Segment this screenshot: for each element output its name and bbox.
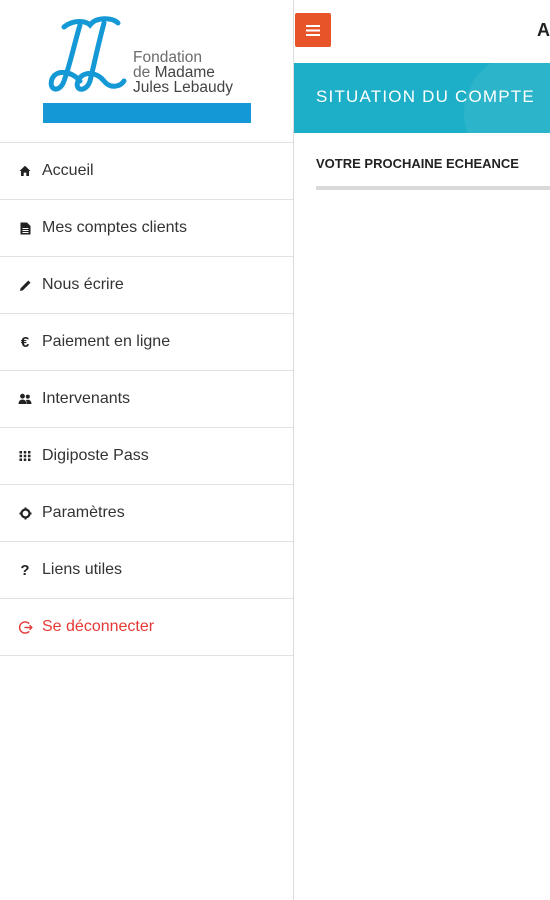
gear-icon [16, 504, 34, 522]
document-icon [16, 219, 34, 237]
menu-item-label: Intervenants [42, 390, 131, 407]
menu-item-nous-ecrire[interactable]: Nous écrire [0, 257, 293, 314]
next-due-section: VOTRE PROCHAINE ECHEANCE [316, 156, 550, 190]
brand-line-1: Fondation [133, 49, 202, 66]
euro-glyph: € [20, 333, 30, 351]
brand-line-2: de Madame [133, 65, 233, 81]
brand-monogram-icon [48, 16, 127, 92]
menu-item-paiement-en-ligne[interactable]: € Paiement en ligne [0, 314, 293, 371]
menu-item-digiposte-pass[interactable]: Digiposte Pass [0, 428, 293, 485]
menu-item-label: Digiposte Pass [42, 447, 149, 464]
navigation-drawer: Fondation de Madame Jules Lebaudy Accuei… [0, 0, 294, 900]
euro-icon: € [16, 333, 34, 351]
hamburger-icon [306, 24, 320, 36]
menu-item-label: Accueil [42, 162, 94, 179]
home-icon [16, 162, 34, 180]
account-banner: SITUATION DU COMPTE [294, 63, 550, 133]
page-title: A [537, 20, 550, 40]
menu-item-intervenants[interactable]: Intervenants [0, 371, 293, 428]
brand-name: Fondation de Madame Jules Lebaudy [133, 49, 233, 96]
section-title: VOTRE PROCHAINE ECHEANCE [316, 156, 519, 171]
menu-item-label: Paiement en ligne [42, 333, 171, 350]
menu-item-accueil[interactable]: Accueil [0, 143, 293, 200]
users-icon [16, 390, 34, 408]
brand-bar [43, 103, 251, 123]
main-content: A SITUATION DU COMPTE VOTRE PROCHAINE EC… [294, 0, 550, 900]
menu-item-label: Liens utiles [42, 561, 123, 578]
question-icon: ? [16, 561, 34, 579]
menu-item-liens-utiles[interactable]: ? Liens utiles [0, 542, 293, 599]
menu-item-label: Mes comptes clients [42, 219, 187, 236]
pencil-icon [16, 276, 34, 294]
menu-item-label: Se déconnecter [42, 618, 155, 635]
menu-item-label: Paramètres [42, 504, 125, 521]
banner-title: SITUATION DU COMPTE [316, 87, 535, 106]
menu-item-mes-comptes-clients[interactable]: Mes comptes clients [0, 200, 293, 257]
grid-icon [16, 447, 34, 465]
brand-logo: Fondation de Madame Jules Lebaudy [0, 0, 293, 143]
drawer-menu: Accueil Mes comptes clients Nous écrire … [0, 143, 293, 656]
brand-line-3: Jules Lebaudy [133, 79, 233, 96]
menu-item-label: Nous écrire [42, 276, 124, 293]
menu-item-se-deconnecter[interactable]: Se déconnecter [0, 599, 293, 656]
question-glyph: ? [20, 561, 30, 579]
menu-toggle-button[interactable] [295, 13, 331, 47]
menu-item-parametres[interactable]: Paramètres [0, 485, 293, 542]
section-divider [316, 186, 550, 190]
logout-icon [16, 618, 34, 636]
top-app-bar: A [294, 0, 550, 63]
